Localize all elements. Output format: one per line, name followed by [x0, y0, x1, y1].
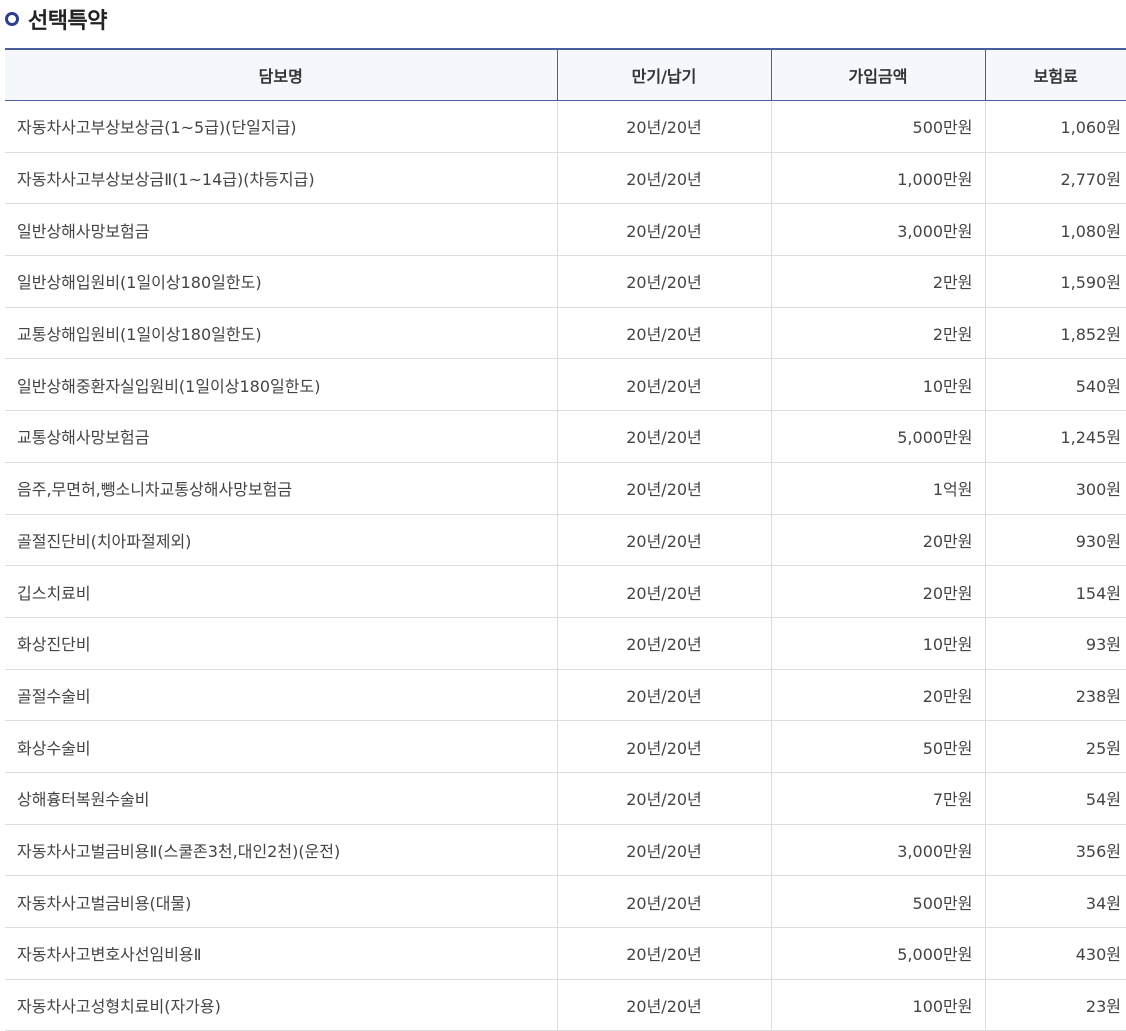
coverage-name-cell: 자동차사고벌금비용(대물) [5, 875, 558, 928]
premium-cell: 25원 [985, 720, 1126, 773]
table-row: 화상진단비 20년/20년 10만원 93원 [5, 617, 1126, 670]
column-header-term: 만기/납기 [557, 49, 772, 101]
column-header-coverage-name: 담보명 [5, 49, 558, 101]
amount-cell: 20만원 [771, 565, 986, 618]
column-header-amount: 가입금액 [771, 49, 986, 101]
amount-cell: 500만원 [771, 875, 986, 928]
page-title: 선택특약 [28, 9, 107, 34]
premium-cell: 540원 [985, 358, 1126, 412]
premium-cell: 1,060원 [985, 100, 1126, 153]
term-cell: 20년/20년 [557, 203, 772, 257]
amount-cell: 1억원 [771, 462, 986, 515]
amount-cell: 500만원 [771, 100, 986, 153]
table-row: 교통상해입원비(1일이상180일한도) 20년/20년 2만원 1,852원 [5, 307, 1126, 360]
premium-cell: 430원 [985, 927, 1126, 980]
term-cell: 20년/20년 [557, 358, 772, 412]
coverage-name-cell: 일반상해입원비(1일이상180일한도) [5, 255, 558, 308]
premium-cell: 2,770원 [985, 152, 1126, 205]
premium-cell: 356원 [985, 824, 1126, 877]
amount-cell: 2만원 [771, 255, 986, 308]
coverage-name-cell: 깁스치료비 [5, 565, 558, 618]
premium-cell: 238원 [985, 669, 1126, 722]
table-row: 자동차사고벌금비용Ⅱ(스쿨존3천,대인2천)(운전) 20년/20년 3,000만원… [5, 824, 1126, 877]
coverage-name-cell: 교통상해사망보험금 [5, 410, 558, 463]
amount-cell: 1,000만원 [771, 152, 986, 205]
coverage-name-cell: 자동차사고성형치료비(자가용) [5, 979, 558, 1031]
premium-cell: 154원 [985, 565, 1126, 618]
premium-cell: 930원 [985, 514, 1126, 567]
amount-cell: 3,000만원 [771, 203, 986, 257]
coverage-name-cell: 골절진단비(치아파절제외) [5, 514, 558, 567]
table-row: 골절수술비 20년/20년 20만원 238원 [5, 669, 1126, 722]
table-row: 일반상해입원비(1일이상180일한도) 20년/20년 2만원 1,590원 [5, 255, 1126, 308]
coverage-name-cell: 음주,무면허,뺑소니차교통상해사망보험금 [5, 462, 558, 515]
term-cell: 20년/20년 [557, 875, 772, 928]
amount-cell: 100만원 [771, 979, 986, 1031]
table-row: 상해흉터복원수술비 20년/20년 7만원 54원 [5, 772, 1126, 825]
term-cell: 20년/20년 [557, 720, 772, 773]
table-row: 음주,무면허,뺑소니차교통상해사망보험금 20년/20년 1억원 300원 [5, 462, 1126, 515]
table-row: 화상수술비 20년/20년 50만원 25원 [5, 720, 1126, 773]
premium-cell: 54원 [985, 772, 1126, 825]
coverage-name-cell: 상해흉터복원수술비 [5, 772, 558, 825]
coverage-name-cell: 교통상해입원비(1일이상180일한도) [5, 307, 558, 360]
coverage-name-cell: 자동차사고벌금비용Ⅱ(스쿨존3천,대인2천)(운전) [5, 824, 558, 877]
coverage-name-cell: 자동차사고변호사선임비용Ⅱ [5, 927, 558, 980]
table-row: 교통상해사망보험금 20년/20년 5,000만원 1,245원 [5, 410, 1126, 463]
amount-cell: 7만원 [771, 772, 986, 825]
term-cell: 20년/20년 [557, 565, 772, 618]
term-cell: 20년/20년 [557, 410, 772, 463]
term-cell: 20년/20년 [557, 514, 772, 567]
table-row: 일반상해중환자실입원비(1일이상180일한도) 20년/20년 10만원 540원 [5, 358, 1126, 412]
table-row: 골절진단비(치아파절제외) 20년/20년 20만원 930원 [5, 514, 1126, 567]
ring-bullet-icon [5, 12, 19, 26]
term-cell: 20년/20년 [557, 927, 772, 980]
table-row: 자동차사고성형치료비(자가용) 20년/20년 100만원 23원 [5, 979, 1126, 1031]
term-cell: 20년/20년 [557, 824, 772, 877]
premium-cell: 300원 [985, 462, 1126, 515]
amount-cell: 50만원 [771, 720, 986, 773]
premium-cell: 1,245원 [985, 410, 1126, 463]
premium-cell: 1,080원 [985, 203, 1126, 257]
amount-cell: 5,000만원 [771, 927, 986, 980]
table-header-row: 담보명 만기/납기 가입금액 보험료 [5, 49, 1126, 101]
coverage-name-cell: 자동차사고부상보상금(1~5급)(단일지급) [5, 100, 558, 153]
table-row: 자동차사고변호사선임비용Ⅱ 20년/20년 5,000만원 430원 [5, 927, 1126, 980]
column-header-premium: 보험료 [985, 49, 1126, 101]
amount-cell: 2만원 [771, 307, 986, 360]
amount-cell: 20만원 [771, 669, 986, 722]
term-cell: 20년/20년 [557, 255, 772, 308]
term-cell: 20년/20년 [557, 979, 772, 1031]
term-cell: 20년/20년 [557, 307, 772, 360]
table-row: 자동차사고부상보상금(1~5급)(단일지급) 20년/20년 500만원 1,060원 [5, 100, 1126, 153]
amount-cell: 5,000만원 [771, 410, 986, 463]
amount-cell: 3,000만원 [771, 824, 986, 877]
premium-cell: 1,852원 [985, 307, 1126, 360]
table-body: 자동차사고부상보상금(1~5급)(단일지급) 20년/20년 500만원 1,060원… [5, 100, 1126, 1031]
premium-cell: 34원 [985, 875, 1126, 928]
coverage-name-cell: 자동차사고부상보상금Ⅱ(1~14급)(차등지급) [5, 152, 558, 205]
table-row: 깁스치료비 20년/20년 20만원 154원 [5, 565, 1126, 618]
table-row: 자동차사고벌금비용(대물) 20년/20년 500만원 34원 [5, 875, 1126, 928]
term-cell: 20년/20년 [557, 772, 772, 825]
amount-cell: 10만원 [771, 358, 986, 412]
amount-cell: 10만원 [771, 617, 986, 670]
amount-cell: 20만원 [771, 514, 986, 567]
coverage-name-cell: 일반상해사망보험금 [5, 203, 558, 257]
premium-cell: 1,590원 [985, 255, 1126, 308]
term-cell: 20년/20년 [557, 617, 772, 670]
premium-cell: 93원 [985, 617, 1126, 670]
coverage-table: 담보명 만기/납기 가입금액 보험료 자동차사고부상보상금(1~5급)(단일지급… [5, 48, 1126, 1031]
term-cell: 20년/20년 [557, 462, 772, 515]
premium-cell: 23원 [985, 979, 1126, 1031]
term-cell: 20년/20년 [557, 669, 772, 722]
term-cell: 20년/20년 [557, 152, 772, 205]
coverage-name-cell: 일반상해중환자실입원비(1일이상180일한도) [5, 358, 558, 412]
term-cell: 20년/20년 [557, 100, 772, 153]
coverage-name-cell: 화상진단비 [5, 617, 558, 670]
coverage-name-cell: 화상수술비 [5, 720, 558, 773]
table-row: 자동차사고부상보상금Ⅱ(1~14급)(차등지급) 20년/20년 1,000만원 2,… [5, 152, 1126, 205]
coverage-name-cell: 골절수술비 [5, 669, 558, 722]
table-row: 일반상해사망보험금 20년/20년 3,000만원 1,080원 [5, 203, 1126, 257]
